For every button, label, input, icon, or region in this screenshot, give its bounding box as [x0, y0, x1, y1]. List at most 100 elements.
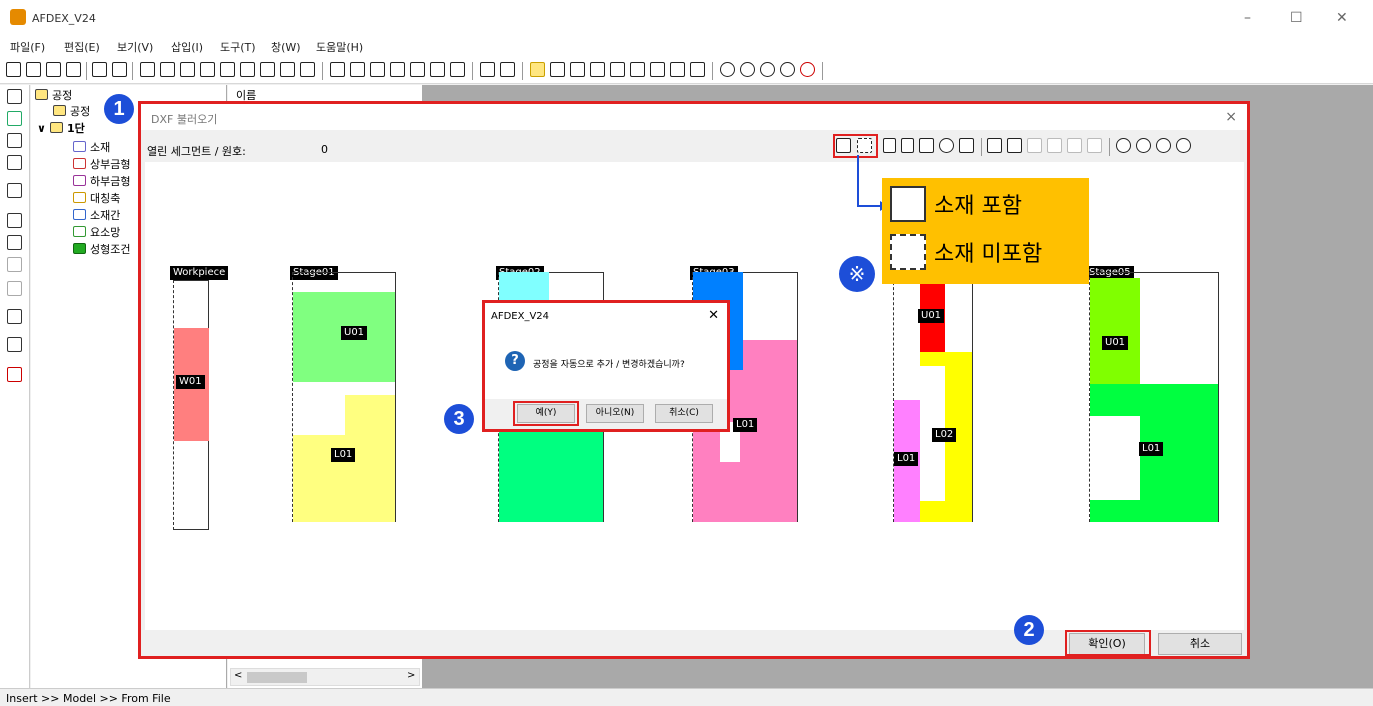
cube2-icon[interactable]: [570, 62, 585, 77]
maximize-button[interactable]: ☐: [1290, 10, 1303, 26]
process-icon[interactable]: [7, 111, 22, 126]
zoom-window-icon[interactable]: [1116, 138, 1131, 153]
surface-icon[interactable]: [390, 62, 405, 77]
stamp-icon[interactable]: [919, 138, 934, 153]
display-icon[interactable]: [7, 155, 22, 170]
hidden-icon[interactable]: [430, 62, 445, 77]
cube-icon[interactable]: [550, 62, 565, 77]
tree-item-symmetry[interactable]: 대칭축: [73, 190, 120, 207]
minimize-button[interactable]: –: [1244, 10, 1251, 26]
workpiece-icon: [73, 141, 86, 152]
screen-icon[interactable]: [7, 183, 22, 198]
part-tag: U01: [341, 326, 368, 340]
open-folder-icon[interactable]: [46, 62, 61, 77]
tree-item-workpiece[interactable]: 소재: [73, 139, 110, 156]
menu-file[interactable]: 파일(F): [10, 39, 45, 55]
view-left-icon[interactable]: [220, 62, 235, 77]
cancel-button[interactable]: 취소: [1158, 633, 1242, 655]
cube7-icon[interactable]: [670, 62, 685, 77]
move-left-icon[interactable]: [901, 138, 914, 153]
rotate-icon[interactable]: [800, 62, 815, 77]
width-icon[interactable]: [959, 138, 974, 153]
save-icon[interactable]: [66, 62, 81, 77]
check-icon[interactable]: [7, 367, 22, 382]
close-button[interactable]: ✕: [1336, 10, 1348, 26]
cube5-icon[interactable]: [630, 62, 645, 77]
no-button[interactable]: 아니오(N): [586, 404, 644, 423]
view-right-icon[interactable]: [240, 62, 255, 77]
include-workpiece-icon: [890, 186, 926, 222]
dxf-close-button[interactable]: ×: [1225, 109, 1237, 125]
tree-item-root[interactable]: 공정: [35, 87, 72, 104]
menu-help[interactable]: 도움말(H): [316, 39, 363, 55]
cancel-button[interactable]: 취소(C): [655, 404, 713, 423]
tree-item-inter-material[interactable]: 소재간: [73, 207, 120, 224]
zoom-in-icon[interactable]: [1136, 138, 1151, 153]
cavity: [293, 395, 345, 435]
tree-item-lower-die[interactable]: 하부금형: [73, 173, 130, 190]
confirm-close-button[interactable]: ✕: [708, 308, 719, 323]
pen-icon[interactable]: [939, 138, 954, 153]
view-bottom-icon[interactable]: [200, 62, 215, 77]
menu-window[interactable]: 창(W): [271, 39, 301, 55]
camera-icon[interactable]: [480, 62, 495, 77]
move-down-icon[interactable]: [883, 138, 896, 153]
tree-item-conditions[interactable]: 성형조건: [73, 241, 130, 258]
list-tool-icon[interactable]: [7, 309, 22, 324]
scroll-right-icon[interactable]: >: [407, 670, 415, 681]
mesh-icon[interactable]: [350, 62, 365, 77]
menu-view[interactable]: 보기(V): [117, 39, 153, 55]
path-icon[interactable]: [7, 337, 22, 352]
wire-icon[interactable]: [330, 62, 345, 77]
zoom-in-icon[interactable]: [740, 62, 755, 77]
zoom-window-icon[interactable]: [720, 62, 735, 77]
disabled-tool-icon: [7, 257, 22, 272]
cube8-icon[interactable]: [690, 62, 705, 77]
cube6-icon[interactable]: [650, 62, 665, 77]
tree-toggle-icon[interactable]: [7, 89, 22, 104]
scroll-thumb[interactable]: [247, 672, 307, 683]
shade-icon[interactable]: [300, 62, 315, 77]
dist-v-icon: [1047, 138, 1062, 153]
scroll-left-icon[interactable]: <: [234, 670, 242, 681]
tree-item-stage1[interactable]: ∨ 1단: [37, 120, 85, 137]
chevron-down-icon[interactable]: ∨: [37, 122, 46, 135]
open-file-icon[interactable]: [26, 62, 41, 77]
app-logo-icon: [10, 9, 26, 25]
zoom-fit-icon[interactable]: [1156, 138, 1171, 153]
menu-insert[interactable]: 삽입(I): [171, 39, 203, 55]
pan-hand-icon[interactable]: [1176, 138, 1191, 153]
new-file-icon[interactable]: [6, 62, 21, 77]
align-icon[interactable]: [7, 213, 22, 228]
view-iso-icon[interactable]: [260, 62, 275, 77]
wrench-icon[interactable]: [450, 62, 465, 77]
box-icon[interactable]: [530, 62, 545, 77]
cube3-icon[interactable]: [590, 62, 605, 77]
tree-item-process[interactable]: 공정: [53, 103, 90, 120]
solid-icon[interactable]: [410, 62, 425, 77]
tree-item-upper-die[interactable]: 상부금형: [73, 156, 130, 173]
toolbar-separator: [322, 62, 323, 80]
align-top-icon[interactable]: [987, 138, 1002, 153]
pan-hand-icon[interactable]: [780, 62, 795, 77]
grid-icon[interactable]: [500, 62, 515, 77]
distribute-icon[interactable]: [7, 235, 22, 250]
view-top-icon[interactable]: [180, 62, 195, 77]
view-back-icon[interactable]: [160, 62, 175, 77]
view-front-icon[interactable]: [140, 62, 155, 77]
align-bottom-icon[interactable]: [1007, 138, 1022, 153]
export-icon[interactable]: [112, 62, 127, 77]
status-bar: Insert >> Model >> From File: [0, 688, 1373, 706]
render-icon[interactable]: [280, 62, 295, 77]
import-icon[interactable]: [92, 62, 107, 77]
zoom-fit-icon[interactable]: [760, 62, 775, 77]
monitor-icon[interactable]: [7, 133, 22, 148]
step-marker-3: 3: [444, 404, 474, 434]
menu-tools[interactable]: 도구(T): [220, 39, 256, 55]
cube4-icon[interactable]: [610, 62, 625, 77]
tree-item-mesh[interactable]: 요소망: [73, 224, 120, 241]
menu-edit[interactable]: 편집(E): [64, 39, 100, 55]
edge-icon[interactable]: [370, 62, 385, 77]
dxf-title-bar: DXF 불러오기 ×: [141, 104, 1247, 130]
horizontal-scrollbar[interactable]: < >: [230, 668, 420, 686]
